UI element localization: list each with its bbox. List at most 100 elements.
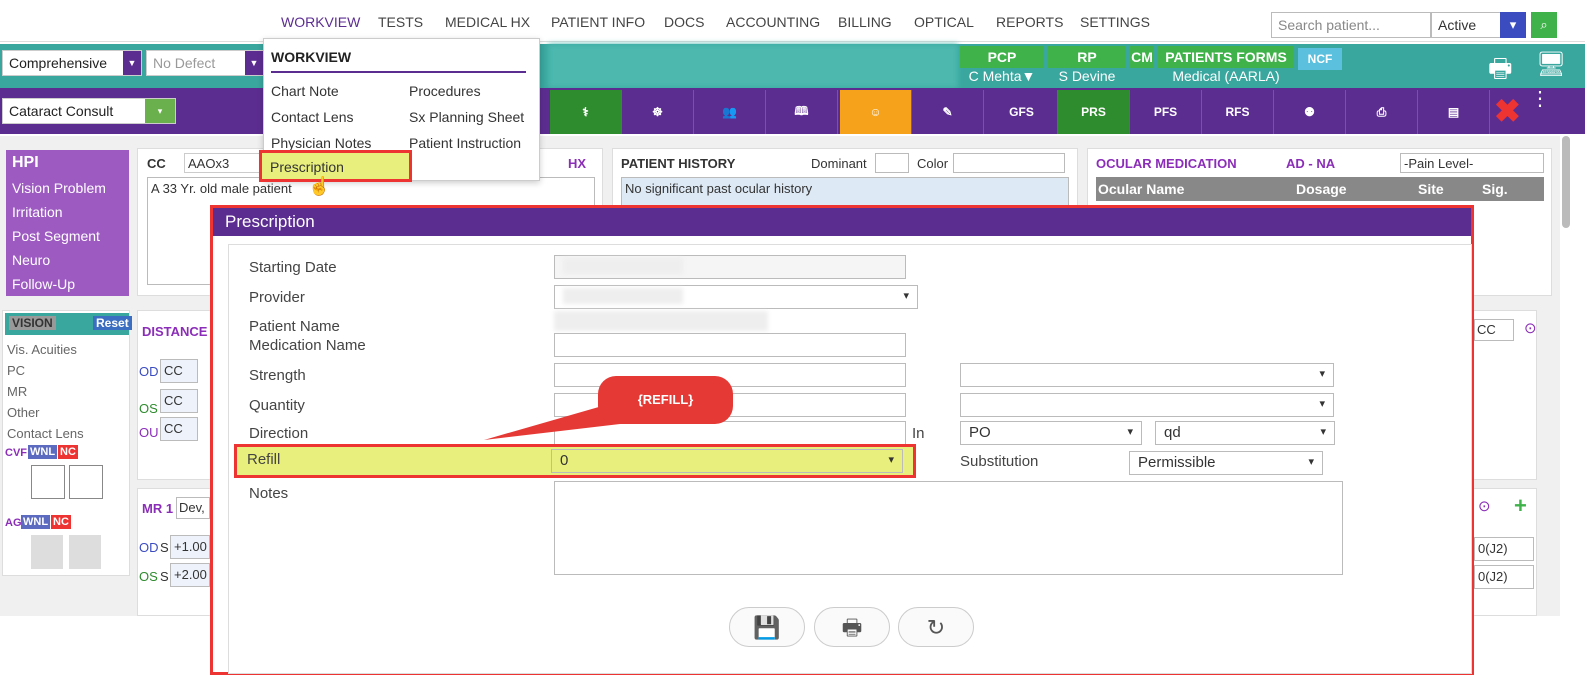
search-input[interactable]: Search patient... [1271, 12, 1431, 38]
strength-unit-select[interactable]: ▾ [960, 363, 1334, 387]
nav-accounting[interactable]: ACCOUNTING [726, 14, 820, 30]
cvf-grid-od[interactable] [31, 465, 65, 499]
menu-sx-planning-sheet[interactable]: Sx Planning Sheet [409, 109, 524, 125]
nav-patient-info[interactable]: PATIENT INFO [551, 14, 645, 30]
check-circle-icon[interactable]: ⊙ [1524, 319, 1537, 337]
visit-type-value: Cataract Consult [9, 103, 114, 119]
vision-mr[interactable]: MR [7, 381, 84, 402]
pcp-value[interactable]: C Mehta▼ [960, 68, 1044, 84]
more-vertical-icon[interactable]: ⋮ [1530, 89, 1550, 109]
prs-label: PRS [1081, 105, 1106, 119]
menu-contact-lens[interactable]: Contact Lens [271, 109, 354, 125]
nav-optical[interactable]: OPTICAL [914, 14, 974, 30]
cm-label[interactable]: CM [1130, 46, 1154, 68]
status-dropdown-button[interactable]: ▾ [1500, 12, 1526, 38]
hpi-vision-problem[interactable]: Vision Problem [6, 176, 129, 200]
gfs-icon[interactable]: GFS [986, 90, 1058, 134]
substitution-select[interactable]: Permissible ▾ [1129, 451, 1323, 475]
status-select[interactable]: Active [1431, 12, 1511, 38]
print-icon[interactable]: 🖶 [814, 607, 890, 647]
ncf-button[interactable]: NCF [1298, 48, 1342, 70]
cvf-nc-button[interactable]: NC [58, 445, 78, 459]
exam-icon[interactable]: ⚕ [550, 90, 622, 134]
provider-select[interactable]: ▾ [554, 285, 918, 309]
mr-dev-input[interactable]: Dev, [176, 497, 210, 519]
refresh-icon[interactable]: ↻ [898, 607, 974, 647]
check-circle-icon[interactable]: ⊙ [1478, 497, 1491, 515]
hpi-neuro[interactable]: Neuro [6, 248, 129, 272]
menu-physician-notes[interactable]: Physician Notes [271, 135, 371, 151]
exam-type-select[interactable]: Comprehensive ▼ [2, 50, 142, 76]
distance-cc-right[interactable]: CC [1474, 319, 1514, 341]
add-icon[interactable]: + [1514, 493, 1527, 519]
chevron-down-icon: ▾ [888, 454, 894, 466]
vision-pc[interactable]: PC [7, 360, 84, 381]
mr-os-input[interactable]: +2.00 [170, 563, 210, 587]
hx-label[interactable]: HX [568, 156, 586, 171]
prs-icon[interactable]: PRS [1058, 90, 1130, 134]
ag-nc-button[interactable]: NC [51, 515, 71, 529]
vision-contact-lens[interactable]: Contact Lens [7, 423, 84, 444]
mr-od-input[interactable]: +1.00 [170, 535, 210, 559]
staff-icon[interactable]: ⚉ [1274, 90, 1346, 134]
hpi-irritation[interactable]: Irritation [6, 200, 129, 224]
close-icon[interactable]: ✖ [1494, 92, 1521, 130]
amsler-grid-od[interactable] [31, 535, 63, 569]
network-icon[interactable]: ☸ [622, 90, 694, 134]
hpi-post-segment[interactable]: Post Segment [6, 224, 129, 248]
route-select[interactable]: PO ▾ [960, 421, 1142, 445]
nav-reports[interactable]: REPORTS [996, 14, 1063, 30]
color-input[interactable] [953, 153, 1065, 173]
rp-value[interactable]: S Devine [1048, 68, 1126, 84]
menu-procedures[interactable]: Procedures [409, 83, 481, 99]
monitor-alert-icon[interactable]: 🖥 [1536, 50, 1566, 79]
reset-button[interactable]: Reset [93, 316, 132, 330]
mr-os-near[interactable]: 0(J2) [1474, 565, 1534, 589]
distance-os-label: OS [139, 401, 158, 416]
face-icon[interactable]: ☺ [840, 90, 912, 134]
amsler-grid-os[interactable] [69, 535, 101, 569]
nav-billing[interactable]: BILLING [838, 14, 892, 30]
starting-date-input[interactable] [554, 255, 906, 279]
medication-name-input[interactable] [554, 333, 906, 357]
consult-icon[interactable]: 👥 [694, 90, 766, 134]
distance-ou-input[interactable]: CC [160, 417, 198, 441]
save-icon[interactable]: 💾 [729, 607, 805, 647]
head-book-icon[interactable]: 🕮 [766, 90, 838, 134]
refill-select[interactable]: 0 ▾ [551, 449, 903, 473]
vision-vis-acuities[interactable]: Vis. Acuities [7, 339, 84, 360]
presentation-icon[interactable]: ▤ [1418, 90, 1490, 134]
cc-input[interactable]: AAOx3 [184, 153, 264, 173]
nav-medical-hx[interactable]: MEDICAL HX [445, 14, 530, 30]
cvf-wnl-button[interactable]: WNL [28, 445, 58, 459]
fax-icon[interactable]: ⎙ [1346, 90, 1418, 134]
scrollbar[interactable] [1562, 136, 1570, 228]
patients-forms-label[interactable]: PATIENTS FORMS [1158, 46, 1294, 68]
ag-wnl-button[interactable]: WNL [21, 515, 51, 529]
vision-other[interactable]: Other [7, 402, 84, 423]
history-text[interactable]: No significant past ocular history [621, 177, 1069, 207]
menu-patient-instruction[interactable]: Patient Instruction [409, 135, 521, 151]
notes-textarea[interactable] [554, 481, 1343, 575]
nav-settings[interactable]: SETTINGS [1080, 14, 1150, 30]
distance-od-input[interactable]: CC [160, 359, 198, 383]
defect-select[interactable]: No Defect ▼ [146, 50, 264, 76]
frequency-select[interactable]: qd ▾ [1155, 421, 1335, 445]
dominant-select[interactable] [875, 153, 909, 173]
cvf-grid-os[interactable] [69, 465, 103, 499]
search-icon[interactable]: ⌕ [1531, 12, 1557, 38]
pen-icon[interactable]: ✎ [912, 90, 984, 134]
menu-prescription[interactable]: Prescription [259, 150, 412, 182]
nav-workview[interactable]: WORKVIEW [281, 14, 361, 40]
pfs-icon[interactable]: PFS [1130, 90, 1202, 134]
menu-chart-note[interactable]: Chart Note [271, 83, 339, 99]
visit-type-select[interactable]: Cataract Consult ▾ [2, 98, 176, 124]
distance-os-input[interactable]: CC [160, 389, 198, 413]
nav-docs[interactable]: DOCS [664, 14, 704, 30]
hpi-follow-up[interactable]: Follow-Up [6, 272, 129, 296]
mr-od-near[interactable]: 0(J2) [1474, 537, 1534, 561]
rfs-icon[interactable]: RFS [1202, 90, 1274, 134]
pain-level-select[interactable]: -Pain Level- [1400, 153, 1544, 173]
quantity-unit-select[interactable]: ▾ [960, 393, 1334, 417]
nav-tests[interactable]: TESTS [378, 14, 423, 30]
